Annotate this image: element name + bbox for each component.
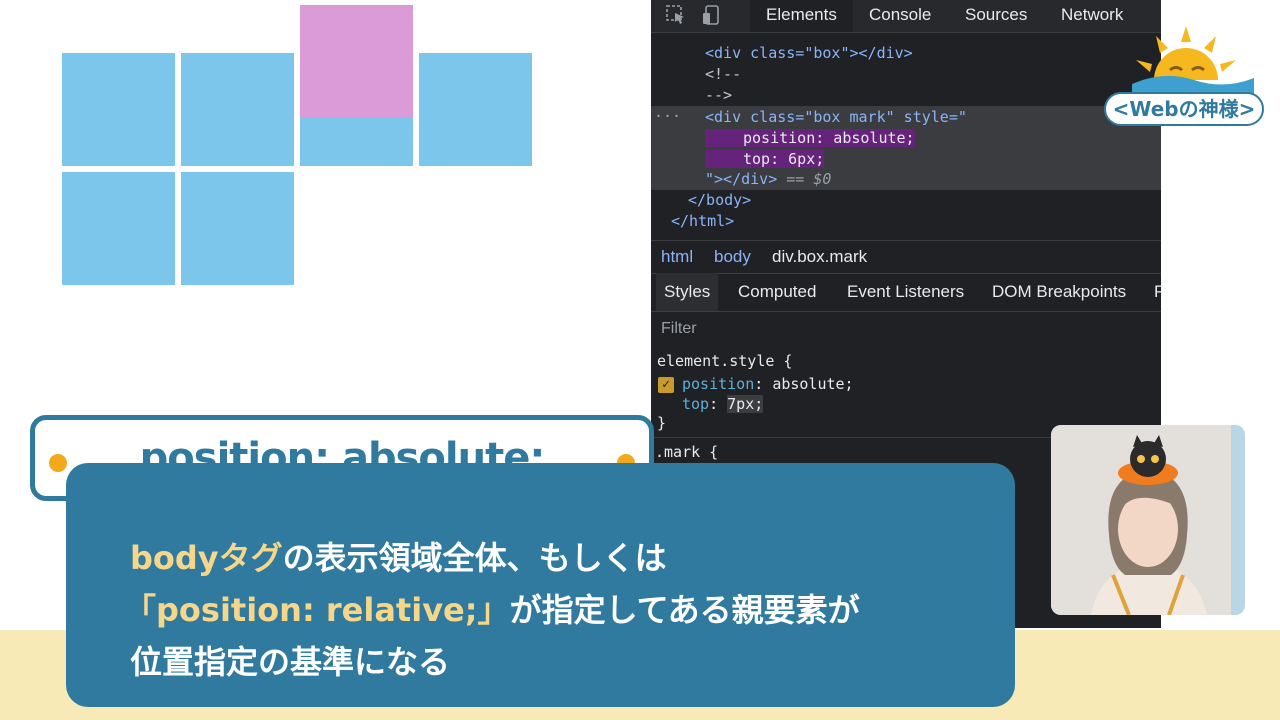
code-text: <!-- bbox=[705, 65, 742, 83]
caption-line-1: bodyタグの表示領域全体、もしくは bbox=[130, 533, 667, 579]
cursor-select-icon[interactable] bbox=[665, 4, 687, 26]
box-mark-absolute bbox=[300, 5, 413, 118]
caption-line-2: 「position: relative;」が指定してある親要素が bbox=[124, 585, 860, 631]
breadcrumb-body[interactable]: body bbox=[714, 241, 751, 273]
webcam-video bbox=[1051, 425, 1245, 615]
code-text: <div class="box"></div> bbox=[705, 44, 913, 62]
tab-properties[interactable]: P bbox=[1154, 273, 1161, 311]
box-4 bbox=[419, 53, 532, 166]
code-text: "></div> bbox=[705, 170, 778, 188]
style-prop: position bbox=[682, 375, 755, 393]
tab-console[interactable]: Console bbox=[869, 0, 931, 32]
box-6 bbox=[181, 172, 294, 285]
code-text: </body> bbox=[688, 191, 752, 209]
style-decl-top[interactable]: top: 7px; bbox=[682, 395, 764, 413]
code-line-box-div[interactable]: <div class="box"></div> bbox=[705, 44, 913, 62]
tab-sources[interactable]: Sources bbox=[965, 0, 1027, 32]
style-value-editing[interactable]: 7px; bbox=[727, 395, 764, 413]
breadcrumb-html[interactable]: html bbox=[661, 241, 693, 273]
code-line-body-close[interactable]: </body> bbox=[688, 191, 751, 209]
style-decl-position[interactable]: position: absolute; bbox=[682, 375, 854, 393]
box-5 bbox=[62, 172, 175, 285]
ellipsis-icon[interactable]: ··· bbox=[654, 107, 681, 125]
code-line-mark-top[interactable]: top: 6px; bbox=[705, 150, 825, 168]
code-line-comment-open[interactable]: <!-- bbox=[705, 65, 741, 83]
node-ref: == $0 bbox=[786, 170, 832, 188]
logo-text: <Webの神様> bbox=[1104, 92, 1264, 126]
device-toggle-icon[interactable] bbox=[701, 4, 723, 26]
code-text: --> bbox=[705, 86, 733, 104]
highlighted-style-text: top: 6px; bbox=[705, 150, 825, 168]
web-no-kamisama-logo: <Webの神様> bbox=[1104, 18, 1264, 128]
style-close: } bbox=[657, 414, 667, 432]
code-text: <div class="box mark" style=" bbox=[705, 108, 967, 126]
code-line-mark-position[interactable]: position: absolute; bbox=[705, 129, 915, 147]
tab-computed[interactable]: Computed bbox=[738, 273, 816, 311]
code-line-mark-close[interactable]: "></div> == $0 bbox=[705, 170, 831, 188]
box-2 bbox=[181, 53, 294, 166]
box-1 bbox=[62, 53, 175, 166]
style-selector: element.style { bbox=[657, 352, 793, 370]
sun-wave-logo-icon bbox=[1132, 26, 1254, 94]
styles-tab-bar: Styles Computed Event Listeners DOM Brea… bbox=[651, 273, 1161, 312]
caption-highlight: 「position: relative;」 bbox=[124, 591, 510, 629]
style-next-rule: .mark { bbox=[655, 443, 719, 461]
breadcrumb: html body div.box.mark bbox=[651, 240, 1161, 274]
tab-elements[interactable]: Elements bbox=[750, 0, 853, 32]
code-line-comment-close[interactable]: --> bbox=[705, 86, 732, 104]
caption-highlight: bodyタグ bbox=[130, 539, 283, 577]
checkmark-icon[interactable]: ✓ bbox=[658, 377, 674, 393]
caption-line-3: 位置指定の基準になる bbox=[130, 643, 451, 681]
breadcrumb-div-box-mark[interactable]: div.box.mark bbox=[772, 241, 867, 273]
code-text: </html> bbox=[671, 212, 735, 230]
caption-text: の表示領域全体、もしくは bbox=[282, 539, 667, 577]
devtools-tab-bar: Elements Console Sources Network bbox=[651, 0, 1161, 33]
code-line-html-close[interactable]: </html> bbox=[671, 212, 734, 230]
tab-styles[interactable]: Styles bbox=[656, 273, 719, 311]
style-value: absolute; bbox=[772, 375, 854, 393]
tab-dom-breakpoints[interactable]: DOM Breakpoints bbox=[992, 273, 1126, 311]
caption-text: が指定してある親要素が bbox=[509, 591, 860, 629]
filter-input[interactable]: Filter bbox=[661, 320, 697, 338]
highlighted-style-text: position: absolute; bbox=[705, 129, 915, 147]
tab-event-listeners[interactable]: Event Listeners bbox=[847, 273, 964, 311]
code-line-mark-open[interactable]: <div class="box mark" style=" bbox=[705, 108, 967, 126]
presenter-image bbox=[1051, 425, 1245, 615]
style-prop: top bbox=[682, 395, 710, 413]
subtitle-caption: bodyタグの表示領域全体、もしくは 「position: relative;」… bbox=[66, 463, 1015, 707]
